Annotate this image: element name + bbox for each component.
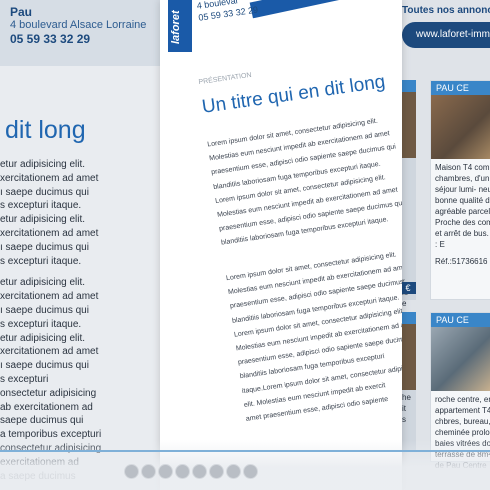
card-text-line: appartement T4: [435, 406, 490, 415]
card-text-line: et arrêt de bus.: [435, 229, 489, 238]
body-text-line: s excepturi itaque.: [0, 255, 82, 267]
page-dot[interactable]: [141, 464, 156, 479]
agency-phone[interactable]: 05 59 33 32 29: [10, 32, 90, 46]
body-text-line: xercitationem ad amet: [0, 291, 99, 303]
card-text-line: it: [402, 404, 406, 413]
listing-reference: Réf.:51736616: [435, 257, 488, 266]
body-text-line: ı saepe ducimus qui: [0, 186, 89, 198]
all-listings-link[interactable]: Toutes nos annonces: [402, 5, 490, 16]
page-dot[interactable]: [192, 464, 207, 479]
listing-card-partial[interactable]: r,lee €: [400, 80, 416, 308]
price-tag: €: [400, 282, 416, 294]
card-text-line: Proche des com: [435, 218, 490, 227]
body-text-line: xercitationem ad amet: [0, 172, 99, 184]
body-text-line: ı saepe ducimus qui: [0, 360, 89, 372]
page-dot[interactable]: [209, 464, 224, 479]
body-text-line: ı saepe ducimus qui: [0, 241, 89, 253]
body-text-line: etur adipisicing elit.: [0, 332, 86, 344]
page-dots: [124, 464, 258, 479]
body-text-line: s excepturi itaque.: [0, 318, 82, 330]
body-text-line: [0, 268, 172, 276]
body-text-line: etur adipisicing elit.: [0, 277, 86, 289]
card-text-line: Maison T4 comp: [435, 163, 490, 172]
card-text-line: agréable parcell: [435, 207, 490, 216]
website-button[interactable]: www.laforet-immo: [402, 22, 490, 48]
page-dot[interactable]: [226, 464, 241, 479]
background-body-text: etur adipisicing elit. xercitationem ad a…: [0, 158, 172, 483]
card-header: [400, 80, 416, 92]
agency-address: 4 boulevard Alsace Lorraine: [10, 19, 147, 31]
card-header: PAU CE: [431, 81, 490, 95]
body-text-line: s excepturi itaque.: [0, 200, 82, 212]
listing-card-partial[interactable]: he it s: [400, 312, 416, 452]
card-text-line: : E: [435, 240, 445, 249]
page-dot[interactable]: [175, 464, 190, 479]
listing-card[interactable]: PAU CE Maison T4 comp chambres, d'un séjou…: [430, 80, 490, 300]
divider: [0, 450, 490, 452]
logo-text: laforet: [170, 10, 182, 44]
card-text-line: s: [402, 415, 406, 424]
section-kicker: Présentation: [198, 71, 253, 87]
header-band: [249, 0, 371, 19]
agency-header: Pau 4 boulevard Alsace Lorraine 05 59 33…: [0, 0, 175, 66]
card-text-line: bonne qualité de: [435, 196, 490, 205]
doc-contact: 4 boulevar 05 59 33 32 29: [196, 0, 259, 24]
body-text-line: etur adipisicing elit.: [0, 214, 86, 226]
laforet-logo: laforet: [168, 0, 192, 52]
body-text-line: ı saepe ducimus qui: [0, 304, 89, 316]
card-text-line: chambres, d'un: [435, 174, 490, 183]
card-header: PAU CE: [431, 313, 490, 327]
listing-photo: [400, 92, 416, 158]
body-text-line: saepe ducimus qui: [0, 415, 84, 427]
viewport: Pau 4 boulevard Alsace Lorraine 05 59 33…: [0, 0, 490, 490]
background-title: dit long: [5, 116, 86, 144]
card-text-line: roche centre, en: [435, 395, 490, 404]
body-text-line: s excepturi: [0, 373, 49, 385]
listing-photo: [400, 324, 416, 390]
body-text-line: onsectetur adipisicing: [0, 387, 97, 399]
agency-city: Pau: [10, 5, 33, 19]
listing-photo: [431, 327, 490, 391]
card-text-line: séjour lumi- neu: [435, 185, 490, 194]
body-text-line: xercitationem ad amet: [0, 346, 99, 358]
card-text-line: e: [402, 299, 407, 308]
page-dot[interactable]: [124, 464, 139, 479]
card-header: [400, 312, 416, 324]
page-dot[interactable]: [158, 464, 173, 479]
paragraph-2: Lorem ipsum dolor sit amet, consectetur …: [225, 242, 402, 427]
card-text-line: cheminée prolon: [435, 428, 490, 437]
card-text-line: he: [402, 393, 411, 402]
body-text-line: etur adipisicing elit.: [0, 159, 86, 170]
body-text-line: ab exercitationem ad: [0, 401, 93, 413]
paragraph-1: Lorem ipsum dolor sit amet, consectetur …: [206, 108, 402, 251]
card-description: Maison T4 comp chambres, d'un séjour lumi-…: [431, 159, 490, 253]
left-background-page: Pau 4 boulevard Alsace Lorraine 05 59 33…: [0, 0, 175, 490]
brochure-page: laforet 4 boulevar 05 59 33 32 29 Présen…: [160, 0, 402, 490]
body-text-line: xercitationem ad amet: [0, 227, 99, 239]
card-text-line: chbres, bureau,: [435, 417, 490, 426]
page-dot[interactable]: [243, 464, 258, 479]
listing-photo: [431, 95, 490, 159]
